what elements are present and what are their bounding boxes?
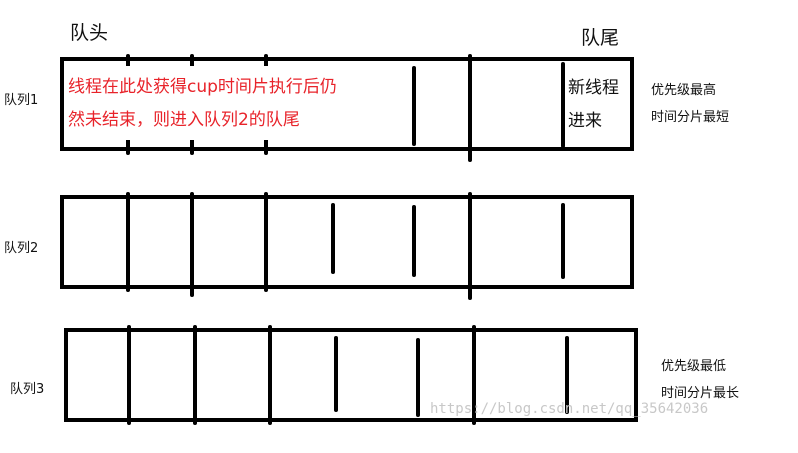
queue2-box bbox=[60, 192, 634, 300]
queue3-label: 队列3 bbox=[10, 382, 44, 397]
queue1-note-line2: 然未结束，则进入队列2的队尾 bbox=[68, 110, 300, 130]
tail-label: 队尾 bbox=[581, 27, 619, 49]
queue2-label: 队列2 bbox=[4, 241, 38, 256]
new-thread-line2: 进来 bbox=[568, 111, 602, 131]
priority-low-line1: 优先级最低 bbox=[661, 359, 726, 374]
mlfq-diagram: 队头 队尾 队列1 队列2 队列3 线程在此处获得cup时间片执行后仍 然未结束… bbox=[4, 22, 739, 425]
new-thread-line1: 新线程 bbox=[568, 78, 619, 98]
queue2-frame bbox=[60, 195, 634, 289]
queue1-label: 队列1 bbox=[4, 93, 38, 108]
priority-low-line2: 时间分片最长 bbox=[661, 386, 739, 401]
priority-high-line1: 优先级最高 bbox=[651, 82, 716, 98]
queue1-note-line1: 线程在此处获得cup时间片执行后仍 bbox=[68, 77, 337, 97]
head-label: 队头 bbox=[70, 22, 108, 44]
priority-high-line2: 时间分片最短 bbox=[651, 110, 729, 125]
watermark: https://blog.csdn.net/qq_35642036 bbox=[430, 401, 708, 417]
